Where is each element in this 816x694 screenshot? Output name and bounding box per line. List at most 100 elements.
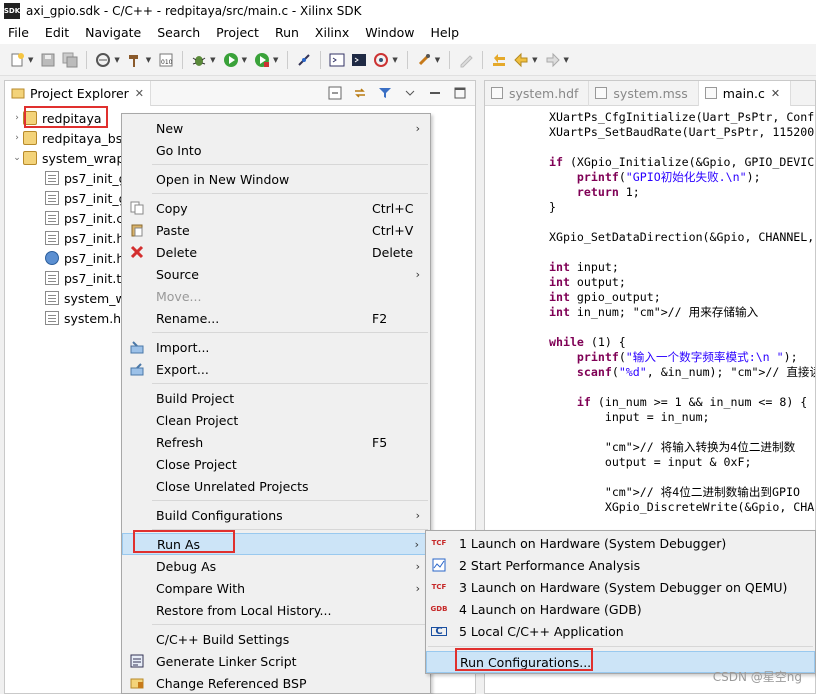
console-icon[interactable] [351, 52, 367, 68]
tree-item-label: redpitaya_bs [42, 130, 123, 146]
maximize-icon[interactable] [452, 86, 467, 101]
delete-icon [129, 244, 145, 260]
menu-item-refresh[interactable]: Refresh F5 [122, 431, 430, 453]
tree-item-label: system_w [64, 290, 126, 306]
tree-item[interactable]: ps7_init.h [45, 228, 124, 248]
debug-dropdown-icon[interactable]: ▼ [210, 56, 215, 64]
menu-run[interactable]: Run [267, 22, 307, 44]
edit-disabled-icon[interactable] [458, 52, 474, 68]
debug-bug-icon[interactable] [191, 52, 207, 68]
menu-item-delete[interactable]: Delete Delete [122, 241, 430, 263]
menu-item-import[interactable]: Import... [122, 336, 430, 358]
build-dropdown-icon[interactable]: ▼ [146, 56, 151, 64]
tree-item[interactable]: system_w [45, 288, 126, 308]
last-edit-location-icon[interactable] [491, 52, 507, 68]
submenu-item-5-local-c-c-application[interactable]: C 5 Local C/C++ Application [426, 620, 815, 642]
tab-project-explorer[interactable]: Project Explorer ✕ [5, 80, 152, 106]
close-icon[interactable]: ✕ [135, 87, 144, 100]
collapse-all-icon[interactable] [327, 86, 342, 101]
external-tools-icon[interactable] [254, 52, 270, 68]
program-fpga-icon[interactable] [95, 52, 111, 68]
view-menu-icon[interactable] [402, 86, 417, 101]
program-dropdown-icon[interactable]: ▼ [114, 56, 119, 64]
menu-item-source[interactable]: Source › [122, 263, 430, 285]
tree-item[interactable]: ps7_init_g [45, 168, 127, 188]
collapsed-twisty-icon[interactable]: › [11, 113, 23, 123]
menu-item-compare-with[interactable]: Compare With › [122, 577, 430, 599]
file-icon [45, 231, 59, 245]
menu-file[interactable]: File [0, 22, 37, 44]
menu-item-generate-linker-script[interactable]: Generate Linker Script [122, 650, 430, 672]
tree-item[interactable]: ps7_init.tc [45, 268, 128, 288]
menu-item-restore-from-local-history[interactable]: Restore from Local History... [122, 599, 430, 621]
pin-dropdown-icon[interactable]: ▼ [435, 56, 440, 64]
submenu-item-4-launch-on-hardware-gdb[interactable]: GDB 4 Launch on Hardware (GDB) [426, 598, 815, 620]
tab-system-mss[interactable]: system.mss [589, 81, 699, 106]
expanded-twisty-icon[interactable]: ⌄ [11, 153, 23, 163]
menu-item-go-into[interactable]: Go Into [122, 139, 430, 161]
external-tools-dropdown-icon[interactable]: ▼ [273, 56, 278, 64]
gdb-icon: GDB [431, 601, 448, 617]
run-icon[interactable] [223, 52, 239, 68]
menu-edit[interactable]: Edit [37, 22, 77, 44]
menu-item-copy[interactable]: Copy Ctrl+C [122, 197, 430, 219]
menu-navigate[interactable]: Navigate [77, 22, 149, 44]
close-icon[interactable]: ✕ [771, 87, 780, 100]
menu-help[interactable]: Help [423, 22, 468, 44]
link-with-editor-icon[interactable] [352, 86, 367, 101]
tab-main-c[interactable]: main.c ✕ [698, 81, 792, 106]
menu-item-paste[interactable]: Paste Ctrl+V [122, 219, 430, 241]
tree-item[interactable]: › redpitaya_bs [11, 128, 122, 148]
refresh-dropdown-icon[interactable]: ▼ [392, 56, 397, 64]
menu-item-new[interactable]: New › [122, 117, 430, 139]
menu-xilinx[interactable]: Xilinx [307, 22, 357, 44]
collapsed-twisty-icon[interactable]: › [11, 133, 23, 143]
menu-item-build-project[interactable]: Build Project [122, 387, 430, 409]
file-icon [595, 87, 608, 99]
back-icon[interactable] [513, 52, 529, 68]
new-icon[interactable] [9, 52, 25, 68]
tree-item[interactable]: ⌄ system_wrap [11, 148, 124, 168]
tree-item[interactable]: ps7_init.c [45, 208, 123, 228]
new-dropdown-icon[interactable]: ▼ [28, 56, 33, 64]
binary-icon[interactable]: 010 [158, 52, 174, 68]
tree-item[interactable]: system.hd [45, 308, 129, 328]
menu-project[interactable]: Project [208, 22, 267, 44]
submenu-item-label: 1 Launch on Hardware (System Debugger) [459, 535, 727, 551]
refresh-target-icon[interactable] [373, 52, 389, 68]
menu-window[interactable]: Window [357, 22, 422, 44]
menu-item-label: Rename... [156, 310, 220, 326]
submenu-item-2-start-performance-analysis[interactable]: 2 Start Performance Analysis [426, 554, 815, 576]
forward-dropdown-icon[interactable]: ▼ [564, 56, 569, 64]
tree-item[interactable]: ps7_init.h [45, 248, 124, 268]
menu-item-open-in-new-window[interactable]: Open in New Window [122, 168, 430, 190]
menu-item-build-configurations[interactable]: Build Configurations › [122, 504, 430, 526]
menu-item-rename[interactable]: Rename... F2 [122, 307, 430, 329]
save-icon[interactable] [40, 52, 56, 68]
menu-item-debug-as[interactable]: Debug As › [122, 555, 430, 577]
build-hammer-icon[interactable] [127, 52, 143, 68]
menu-item-move[interactable]: Move... [122, 285, 430, 307]
menu-item-clean-project[interactable]: Clean Project [122, 409, 430, 431]
menu-item-c-c-build-settings[interactable]: C/C++ Build Settings [122, 628, 430, 650]
pin-icon[interactable] [416, 52, 432, 68]
menu-item-change-referenced-bsp[interactable]: Change Referenced BSP [122, 672, 430, 694]
filter-icon[interactable] [377, 86, 392, 101]
menu-item-export[interactable]: Export... [122, 358, 430, 380]
terminal-icon[interactable] [329, 52, 345, 68]
minimize-icon[interactable] [427, 86, 442, 101]
menu-item-close-unrelated-projects[interactable]: Close Unrelated Projects [122, 475, 430, 497]
submenu-item-1-launch-on-hardware-system-debugger[interactable]: TCF 1 Launch on Hardware (System Debugger… [426, 532, 815, 554]
menu-search[interactable]: Search [149, 22, 208, 44]
submenu-item-3-launch-on-hardware-system-debugger-on-qemu[interactable]: TCF 3 Launch on Hardware (System Debugger… [426, 576, 815, 598]
run-dropdown-icon[interactable]: ▼ [242, 56, 247, 64]
skip-breakpoints-icon[interactable] [296, 52, 312, 68]
menu-separator [152, 332, 428, 333]
save-all-icon[interactable] [62, 52, 78, 68]
back-dropdown-icon[interactable]: ▼ [532, 56, 537, 64]
tree-item[interactable]: ps7_init_g [45, 188, 127, 208]
copy-icon [129, 200, 145, 216]
forward-icon[interactable] [545, 52, 561, 68]
tab-system-hdf[interactable]: system.hdf [485, 81, 590, 106]
menu-item-close-project[interactable]: Close Project [122, 453, 430, 475]
